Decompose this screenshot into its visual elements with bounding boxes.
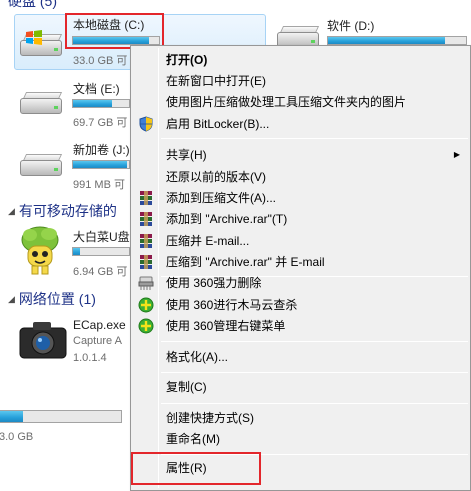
menu-item-label: 使用 360进行木马云查杀 [166, 298, 298, 312]
drive-e-usage-bar [72, 99, 130, 108]
drive-e-name[interactable]: 文档 (E:) [73, 80, 120, 97]
collapse-arrow-icon: ◢ [8, 294, 15, 304]
removable-storage-header[interactable]: ◢ 有可移动存储的 [8, 201, 117, 221]
bottom-drive-usage-bar [0, 410, 122, 423]
menu-item-360-manage-menu[interactable]: 使用 360管理右键菜单 [133, 315, 468, 337]
menu-item-compress-email[interactable]: 压缩并 E-mail... [133, 230, 468, 252]
menu-item-label: 还原以前的版本(V) [166, 170, 266, 184]
menu-item-label: 共享(H) [166, 148, 207, 162]
menu-separator [161, 138, 468, 139]
menu-item-compress-images[interactable]: 使用图片压缩做处理工具压缩文件夹内的图片 [133, 91, 468, 113]
menu-item-label: 使用 360管理右键菜单 [166, 319, 286, 333]
winrar-icon [140, 212, 152, 226]
camera-icon [19, 322, 67, 359]
menu-item-label: 添加到 "Archive.rar"(T) [166, 212, 288, 226]
menu-item-label: 在新窗口中打开(E) [166, 74, 266, 88]
collapse-arrow-icon: ◢ [8, 206, 15, 216]
menu-item-label: 使用图片压缩做处理工具压缩文件夹内的图片 [166, 95, 407, 109]
drive-j-icon [18, 150, 64, 180]
menu-item-open-label: 打开(O) [166, 53, 208, 67]
360-icon [138, 318, 154, 334]
drive-c-usage-bar [72, 36, 160, 45]
drive-c-name: 本地磁盘 (C:) [73, 18, 145, 32]
menu-item-create-shortcut[interactable]: 创建快捷方式(S) [133, 407, 468, 429]
menu-item-label: 使用 360强力删除 [166, 276, 262, 290]
drive-c-free: 33.0 GB 可 [73, 55, 128, 67]
network-item-name[interactable]: ECap.exe [73, 318, 126, 332]
menu-item-label: 创建快捷方式(S) [166, 411, 254, 425]
menu-item-restore-versions[interactable]: 还原以前的版本(V) [133, 166, 468, 188]
network-location-header[interactable]: ◢ 网络位置 (1) [8, 289, 96, 309]
menu-item-add-to-archive[interactable]: 添加到压缩文件(A)... [133, 187, 468, 209]
usb-drive-free: 6.94 GB 可 [73, 266, 128, 278]
winrar-icon [140, 255, 152, 269]
menu-item-open[interactable]: 打开(O) [133, 49, 468, 71]
menu-item-compress-to-rar-email[interactable]: 压缩到 "Archive.rar" 并 E-mail [133, 251, 468, 273]
menu-item-label: 重命名(M) [166, 432, 220, 446]
drive-j-name[interactable]: 新加卷 (J:) [73, 141, 130, 158]
menu-separator [161, 341, 468, 342]
menu-item-rename[interactable]: 重命名(M) [133, 428, 468, 450]
drive-j-usage-bar [72, 160, 130, 169]
submenu-arrow-icon: ▶ [453, 150, 460, 159]
menu-item-open-new-window[interactable]: 在新窗口中打开(E) [133, 70, 468, 92]
menu-item-label: 启用 BitLocker(B)... [166, 117, 270, 131]
windows-drive-icon [18, 30, 64, 60]
network-item-line2: Capture A [73, 335, 122, 347]
drive-d-usage-bar [327, 36, 467, 45]
removable-header-label: 有可移动存储的 [18, 203, 117, 219]
shredder-icon [138, 276, 154, 290]
menu-item-add-to-archive-rar[interactable]: 添加到 "Archive.rar"(T) [133, 208, 468, 230]
winrar-icon [140, 234, 152, 248]
drive-e-icon [18, 88, 64, 118]
usb-drive-name[interactable]: 大白菜U盘 [73, 228, 130, 245]
menu-item-label: 添加到压缩文件(A)... [166, 191, 276, 205]
drive-j-free: 991 MB 可 [73, 179, 125, 191]
usb-drive-usage-bar [72, 247, 130, 256]
usb-mascot-icon [21, 226, 59, 275]
menu-separator [161, 454, 468, 455]
360-icon [138, 297, 154, 313]
menu-separator [161, 372, 468, 373]
menu-item-label: 复制(C) [166, 380, 207, 394]
menu-item-format[interactable]: 格式化(A)... [133, 346, 468, 368]
menu-item-properties[interactable]: 属性(R) [133, 457, 468, 479]
menu-item-properties-label: 属性(R) [166, 461, 207, 475]
hard-drives-header[interactable]: 硬盘 (5) [8, 0, 57, 11]
menu-separator [161, 403, 468, 404]
drive-e-free: 69.7 GB 可 [73, 117, 128, 129]
menu-item-bitlocker[interactable]: 启用 BitLocker(B)... [133, 113, 468, 135]
drive-d-name[interactable]: 软件 (D:) [327, 17, 374, 34]
menu-item-360-cloud-scan[interactable]: 使用 360进行木马云查杀 [133, 294, 468, 316]
menu-item-copy[interactable]: 复制(C) [133, 376, 468, 398]
network-item-line3: 1.0.1.4 [73, 352, 107, 364]
menu-item-360-force-delete[interactable]: 使用 360强力删除 [133, 272, 468, 294]
network-header-label: 网络位置 (1) [18, 291, 96, 307]
hard-drives-header-label: 硬盘 (5) [8, 0, 57, 9]
bottom-drive-free: 3.0 GB [0, 431, 34, 443]
menu-item-share[interactable]: 共享(H) ▶ [133, 144, 468, 166]
menu-item-label: 压缩到 "Archive.rar" 并 E-mail [166, 255, 325, 269]
shield-icon [139, 116, 153, 132]
menu-item-label: 格式化(A)... [166, 350, 228, 364]
context-menu: 打开(O) 在新窗口中打开(E) 使用图片压缩做处理工具压缩文件夹内的图片 启用… [130, 45, 471, 491]
menu-item-label: 压缩并 E-mail... [166, 234, 250, 248]
winrar-icon [140, 191, 152, 205]
